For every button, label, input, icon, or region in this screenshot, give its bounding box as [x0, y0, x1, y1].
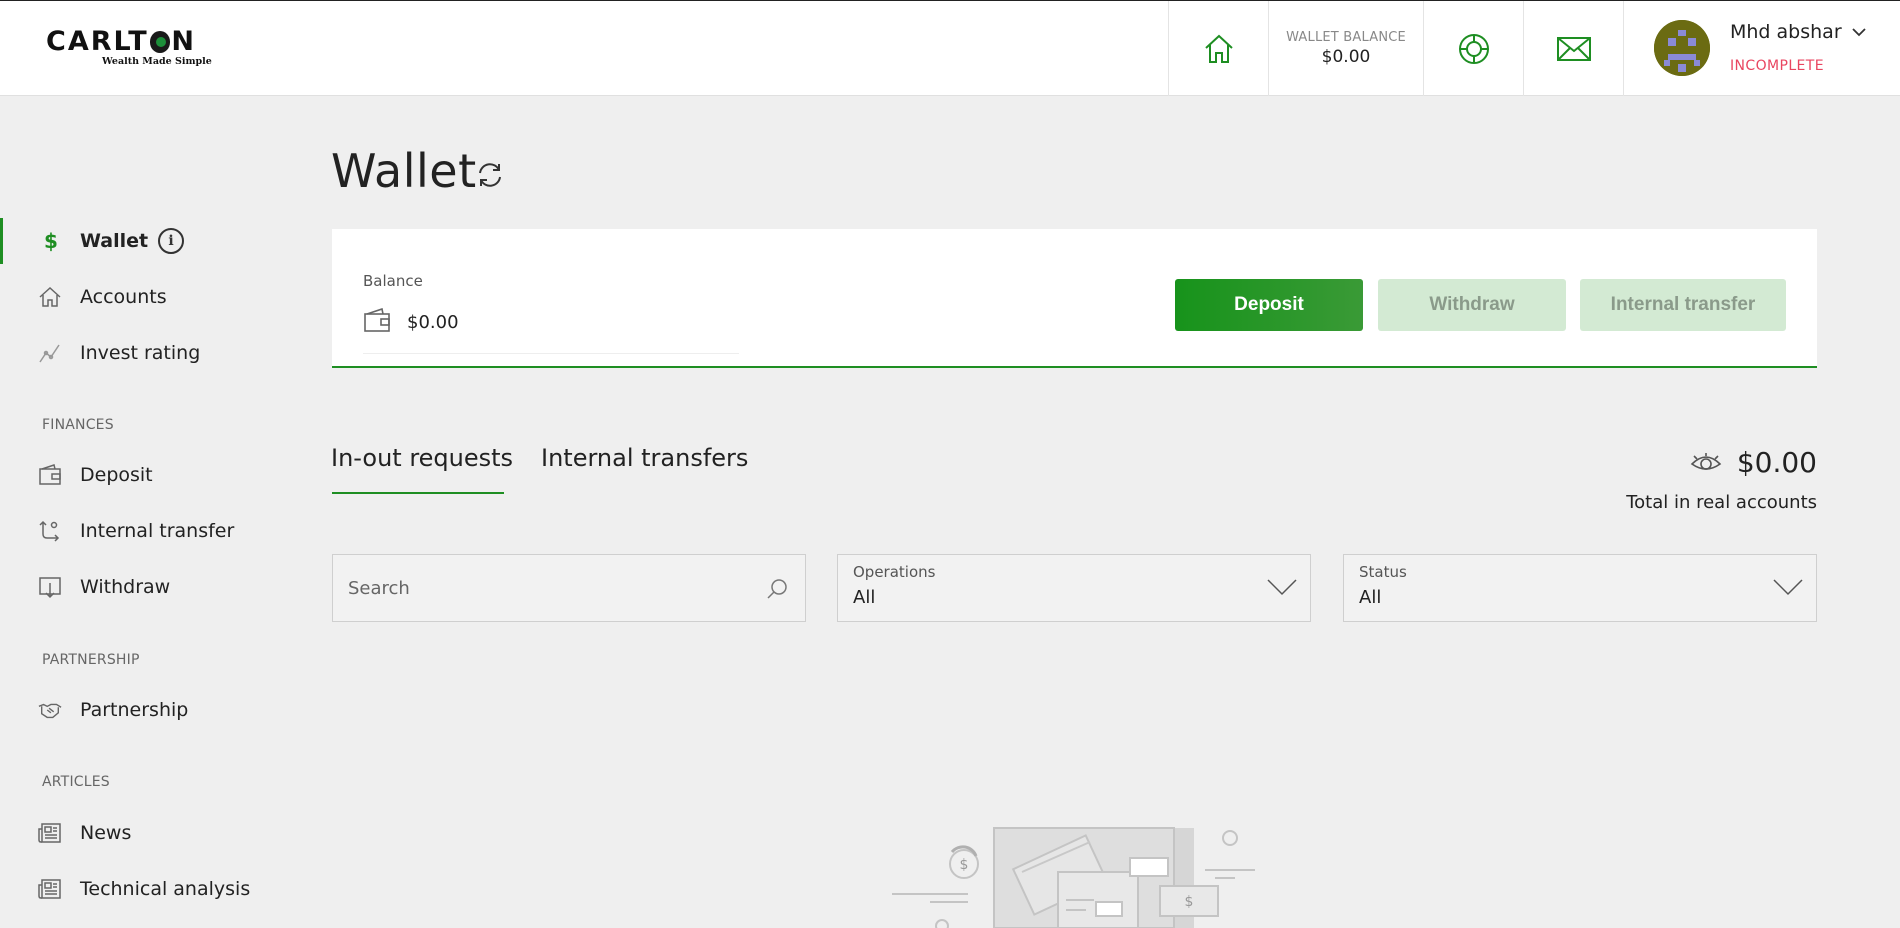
- sidebar-section-partnership: PARTNERSHIP: [42, 652, 140, 668]
- sidebar-item-withdraw[interactable]: Withdraw: [0, 564, 300, 610]
- dollar-icon: $: [38, 229, 62, 253]
- header-wallet-balance[interactable]: WALLET BALANCE $0.00: [1268, 1, 1423, 96]
- logo-globe-icon: [149, 31, 171, 53]
- tab-internal-transfers[interactable]: Internal transfers: [541, 444, 748, 472]
- wallet-balance-value: $0.00: [1321, 47, 1371, 67]
- sidebar-item-label: Invest rating: [80, 342, 201, 364]
- chevron-down-icon: [1773, 579, 1803, 596]
- sidebar-item-accounts[interactable]: Accounts: [0, 274, 300, 320]
- total-real-accounts-label: Total in real accounts: [1626, 492, 1817, 513]
- status-value: All: [1359, 587, 1382, 608]
- sidebar-item-wallet[interactable]: $ Wallet i: [0, 218, 300, 264]
- sidebar-item-partnership[interactable]: Partnership: [0, 687, 300, 733]
- lifebuoy-icon: [1458, 33, 1489, 64]
- home-icon: [38, 285, 62, 309]
- search-input[interactable]: [348, 555, 748, 621]
- newspaper-icon: [38, 877, 62, 901]
- sidebar-item-technical-analysis[interactable]: Technical analysis: [0, 866, 300, 912]
- newspaper-icon: [38, 821, 62, 845]
- user-menu[interactable]: Mhd abshar INCOMPLETE: [1623, 1, 1900, 96]
- mail-icon: [1556, 36, 1591, 61]
- active-tab-indicator: [332, 492, 504, 494]
- svg-text:$: $: [1185, 894, 1194, 910]
- wallet-icon: [364, 307, 390, 332]
- sidebar-item-label: Accounts: [80, 286, 167, 308]
- sidebar-section-articles: ARTICLES: [42, 774, 110, 790]
- wallet-icon: [38, 463, 62, 487]
- balance-value: $0.00: [407, 312, 459, 333]
- svg-text:$: $: [44, 229, 58, 253]
- operations-select[interactable]: Operations All: [837, 554, 1311, 622]
- user-name: Mhd abshar: [1730, 21, 1842, 43]
- sidebar-item-deposit[interactable]: Deposit: [0, 452, 300, 498]
- balance-label: Balance: [363, 272, 423, 290]
- sidebar-item-label: Internal transfer: [80, 520, 235, 542]
- user-status-badge: INCOMPLETE: [1730, 58, 1824, 74]
- page-title: Wallet: [331, 144, 477, 198]
- logo-tagline: Wealth Made Simple: [102, 56, 212, 67]
- sidebar-section-finances: FINANCES: [42, 417, 114, 433]
- avatar: [1654, 20, 1710, 76]
- sidebar-item-news[interactable]: News: [0, 810, 300, 856]
- sidebar-item-label: Wallet: [80, 230, 149, 252]
- balance-divider: [363, 353, 739, 354]
- tab-in-out-requests[interactable]: In-out requests: [331, 444, 513, 472]
- refresh-icon[interactable]: [475, 160, 505, 190]
- sidebar-item-label: Deposit: [80, 464, 153, 486]
- deposit-button[interactable]: Deposit: [1175, 279, 1363, 331]
- sidebar-item-internal-transfer[interactable]: Internal transfer: [0, 508, 300, 554]
- svg-text:$: $: [960, 857, 969, 873]
- operations-value: All: [853, 587, 876, 608]
- status-label: Status: [1359, 563, 1407, 581]
- handshake-icon: [38, 698, 62, 722]
- operations-label: Operations: [853, 563, 936, 581]
- header-messages-button[interactable]: [1523, 1, 1623, 96]
- trend-icon: [38, 341, 62, 365]
- transfer-icon: [38, 519, 62, 543]
- total-real-accounts-value: $0.00: [1736, 446, 1817, 479]
- sidebar-item-label: News: [80, 822, 132, 844]
- sidebar-item-label: Withdraw: [80, 576, 171, 598]
- chevron-down-icon[interactable]: [1851, 26, 1867, 38]
- chevron-down-icon: [1267, 579, 1297, 596]
- sidebar-item-label: Partnership: [80, 699, 189, 721]
- sidebar-item-invest-rating[interactable]: Invest rating: [0, 330, 300, 376]
- empty-wallet-illustration-icon: $ $: [892, 827, 1255, 928]
- search-field: [332, 554, 806, 622]
- carlton-logo[interactable]: CARLT N Wealth Made Simple: [46, 27, 212, 73]
- withdraw-button[interactable]: Withdraw: [1378, 279, 1566, 331]
- header-support-button[interactable]: [1423, 1, 1523, 96]
- withdraw-icon: [38, 575, 62, 599]
- sidebar-item-label: Technical analysis: [80, 878, 251, 900]
- home-icon: [1204, 34, 1233, 63]
- search-icon[interactable]: [765, 577, 789, 601]
- info-icon[interactable]: i: [158, 228, 184, 254]
- eye-icon[interactable]: [1690, 452, 1722, 474]
- internal-transfer-button[interactable]: Internal transfer: [1580, 279, 1786, 331]
- top-header: CARLT N Wealth Made Simple WALLET BALANCE…: [0, 0, 1900, 96]
- status-select[interactable]: Status All: [1343, 554, 1817, 622]
- wallet-balance-label: WALLET BALANCE: [1286, 30, 1406, 45]
- balance-card: Balance $0.00 Deposit Withdraw Internal …: [332, 229, 1817, 368]
- header-home-button[interactable]: [1168, 1, 1268, 96]
